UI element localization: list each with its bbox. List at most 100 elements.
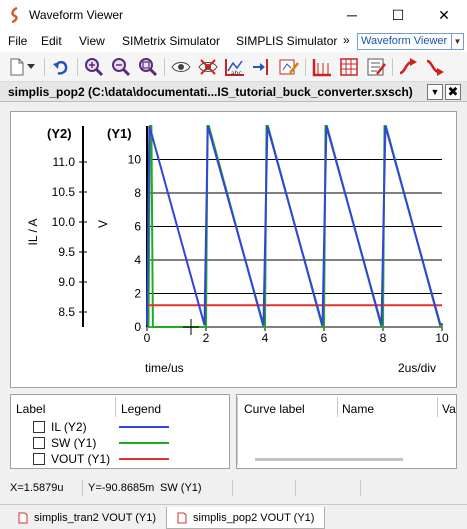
legend-swatch-sw [119, 442, 169, 444]
axis-icon[interactable] [310, 56, 334, 78]
legend-item-vout[interactable]: VOUT (Y1) [33, 451, 233, 467]
crosshair-cursor [183, 319, 199, 335]
curve-up-icon[interactable] [397, 56, 421, 78]
x-tick-label: 4 [262, 331, 269, 345]
x-tick-label: 6 [321, 331, 328, 345]
horizontal-scrollbar[interactable] [255, 458, 403, 461]
legend-checkbox-vout[interactable] [33, 453, 45, 465]
graph-document-icon [18, 512, 28, 524]
close-button[interactable]: ✕ [421, 0, 467, 30]
status-x-coordinate: X=1.5879u [10, 482, 64, 494]
toolbar: abc [0, 52, 467, 82]
menu-edit[interactable]: Edit [41, 34, 62, 48]
legend-panel: Label Legend IL (Y2) SW (Y1) VOUT (Y1) [10, 394, 230, 469]
app-logo-icon [11, 7, 18, 23]
status-y-coordinate: Y=-90.8685m [88, 482, 155, 494]
legend-label-sw: SW (Y1) [51, 436, 97, 450]
close-icon: ✖ [447, 84, 459, 99]
menu-simetrix-simulator[interactable]: SIMetrix Simulator [122, 34, 220, 48]
legend-item-il[interactable]: IL (Y2) [33, 419, 233, 435]
legend-checkbox-sw[interactable] [33, 437, 45, 449]
y2-axis-label: (Y2) [47, 126, 72, 141]
svg-text:abc: abc [231, 70, 242, 77]
x-axis-title: time/us [145, 361, 184, 375]
edit-curve-icon[interactable] [277, 56, 301, 78]
add-cursor-icon[interactable] [250, 56, 274, 78]
tab-simplis-pop2[interactable]: simplis_pop2 VOUT (Y1) [166, 507, 326, 529]
column-divider [437, 397, 438, 417]
series-line-il [146, 125, 442, 326]
document-menu-button[interactable]: ▼ [427, 84, 443, 100]
curve-down-icon[interactable] [424, 56, 448, 78]
document-close-button[interactable]: ✖ [445, 84, 461, 100]
grid-icon[interactable] [337, 56, 361, 78]
viewer-select[interactable]: Waveform Viewer ▼ [357, 33, 464, 50]
toolbar-divider [164, 58, 165, 76]
minimize-button[interactable]: ─ [329, 0, 375, 30]
status-curve-name: SW (Y1) [160, 482, 202, 494]
show-curve-icon[interactable] [169, 56, 193, 78]
legend-label-il: IL (Y2) [51, 420, 87, 434]
properties-icon[interactable] [364, 56, 388, 78]
legend-item-sw[interactable]: SW (Y1) [33, 435, 233, 451]
curves-header-curve-label[interactable]: Curve label [244, 402, 305, 416]
curves-header-name[interactable]: Name [342, 402, 374, 416]
toolbar-divider [305, 58, 306, 76]
curves-header-value[interactable]: Va [442, 402, 456, 416]
y1-tick-label: 10 [128, 153, 142, 167]
status-divider [295, 480, 296, 496]
tab-label: simplis_tran2 VOUT (Y1) [34, 512, 157, 524]
column-divider [237, 397, 238, 465]
y2-axis-title: IL / A [26, 219, 40, 246]
y1-tick-label: 4 [134, 253, 141, 267]
undo-icon[interactable] [49, 56, 73, 78]
legend-header-label: Label [16, 402, 46, 416]
viewer-select-value: Waveform Viewer [361, 35, 448, 47]
y1-axis-title: V [96, 220, 110, 228]
add-label-icon[interactable]: abc [223, 56, 247, 78]
title-bar: Waveform Viewer ─ ☐ ✕ [0, 0, 467, 30]
column-divider [337, 397, 338, 417]
legend-label-vout: VOUT (Y1) [51, 452, 111, 466]
column-divider [115, 397, 116, 417]
y2-tick-label: 10.5 [52, 185, 76, 199]
y2-tick-label: 11.0 [53, 155, 76, 169]
x-tick-label: 0 [144, 331, 151, 345]
dropdown-arrow-icon[interactable] [24, 56, 38, 78]
menu-simplis-simulator[interactable]: SIMPLIS Simulator [236, 34, 337, 48]
y1-tick-label: 2 [134, 287, 141, 301]
legend-checkbox-il[interactable] [33, 421, 45, 433]
graph-panel[interactable]: 0 2 4 6 8 10 8.5 9.0 9.5 10.0 10.5 11.0 0 2 4 6 8 10 (Y2)… [10, 111, 457, 388]
x-tick-label: 2 [203, 331, 210, 345]
tab-simplis-tran2[interactable]: simplis_tran2 VOUT (Y1) [10, 507, 164, 529]
x-scale-note: 2us/div [398, 361, 436, 375]
legend-header-legend: Legend [121, 402, 162, 416]
y1-tick-label: 6 [134, 220, 141, 234]
y2-tick-label: 9.5 [58, 245, 75, 259]
status-divider [360, 480, 361, 496]
zoom-out-icon[interactable] [109, 56, 133, 78]
chevron-down-icon[interactable]: ▼ [451, 34, 463, 49]
graph-document-icon [177, 512, 187, 523]
document-tab-header: simplis_pop2 (C:\data\documentati...IS_t… [0, 82, 467, 102]
status-divider [82, 480, 83, 496]
legend-swatch-il [119, 426, 169, 428]
y2-tick-label: 8.5 [58, 305, 75, 319]
toolbar-divider [77, 58, 78, 76]
hide-curve-icon[interactable] [196, 56, 220, 78]
graph-tab-bar: simplis_tran2 VOUT (Y1) simplis_pop2 VOU… [0, 504, 467, 529]
toolbar-divider [44, 58, 45, 76]
waveform-graph[interactable]: 0 2 4 6 8 10 8.5 9.0 9.5 10.0 10.5 11.0 0 2 4 6 8 10 (Y2)… [11, 112, 456, 387]
toolbar-divider [392, 58, 393, 76]
zoom-fit-icon[interactable] [136, 56, 160, 78]
y2-tick-label: 10.0 [52, 215, 76, 229]
menu-file[interactable]: File [8, 34, 27, 48]
legend-swatch-vout [119, 458, 169, 460]
menu-overflow-button[interactable]: » [343, 33, 350, 47]
status-bar: X=1.5879u Y=-90.8685m SW (Y1) [0, 477, 467, 499]
menu-view[interactable]: View [79, 34, 105, 48]
maximize-button[interactable]: ☐ [375, 0, 421, 30]
x-tick-label: 8 [380, 331, 387, 345]
zoom-in-icon[interactable] [82, 56, 106, 78]
chevron-down-icon: ▼ [430, 87, 440, 97]
